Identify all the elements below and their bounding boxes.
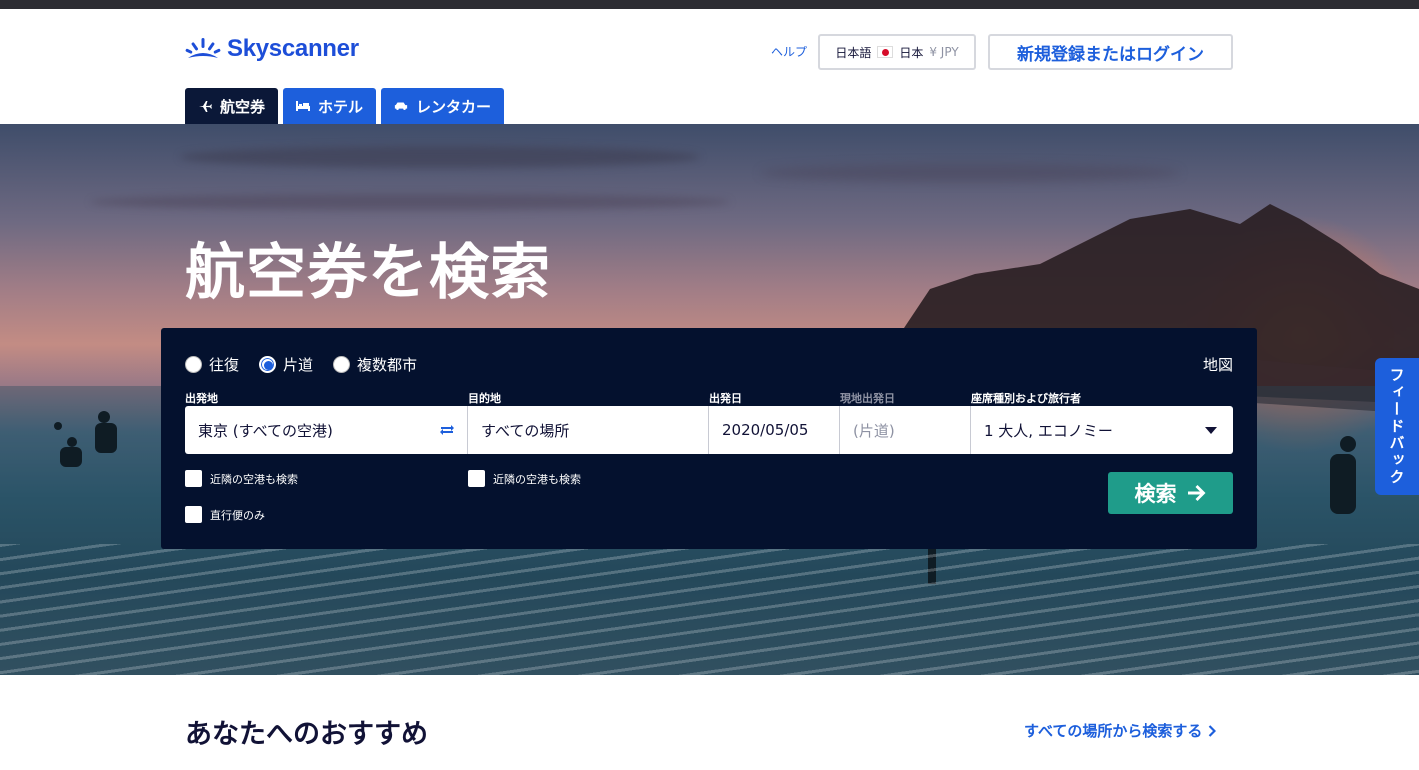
tab-hotels[interactable]: ホテル xyxy=(283,88,377,124)
swap-arrows-icon[interactable] xyxy=(439,423,455,441)
top-strip xyxy=(0,0,1419,9)
direct-flights-only-checkbox[interactable]: 直行便のみ xyxy=(185,506,265,523)
tab-label: ホテル xyxy=(318,97,364,116)
cabin-travellers-label: 座席種別および旅行者 xyxy=(971,392,1081,405)
origin-value: 東京 (すべての空港) xyxy=(198,421,333,440)
trip-type-return[interactable]: 往復 xyxy=(185,354,239,375)
sunburst-logo-icon xyxy=(185,38,221,58)
search-everywhere-link[interactable]: すべての場所から検索する xyxy=(1024,720,1217,741)
site-header: Skyscanner ヘルプ 日本語 日本 ¥ JPY 新規登録またはログイン … xyxy=(0,9,1419,124)
hero-bottom-notch xyxy=(0,675,1419,705)
return-date-input[interactable]: (片道) xyxy=(840,406,971,454)
trip-type-label: 複数都市 xyxy=(357,356,418,374)
map-link[interactable]: 地図 xyxy=(1203,354,1233,375)
origin-label: 出発地 xyxy=(185,392,218,405)
chevron-right-icon xyxy=(1209,724,1217,737)
chevron-down-icon xyxy=(1205,427,1217,434)
checkbox[interactable] xyxy=(468,470,485,487)
nearby-origin-airports-checkbox[interactable]: 近隣の空港も検索 xyxy=(185,470,298,487)
plane-icon xyxy=(198,99,212,113)
search-everywhere-label: すべての場所から検索する xyxy=(1024,722,1203,740)
recommendations-title: あなたへのおすすめ xyxy=(185,719,428,750)
checkbox-label: 直行便のみ xyxy=(210,508,265,522)
language-label: 日本語 xyxy=(835,45,872,60)
product-tabs: 航空券 ホテル レンタカー xyxy=(185,88,505,124)
search-button[interactable]: 検索 xyxy=(1108,472,1233,514)
depart-date-value: 2020/05/05 xyxy=(722,421,809,439)
trip-type-label: 片道 xyxy=(283,356,314,374)
depart-date-label: 出発日 xyxy=(709,392,742,405)
country-label: 日本 xyxy=(899,45,924,60)
trip-type-one-way[interactable]: 片道 xyxy=(259,354,313,375)
tab-label: レンタカー xyxy=(416,97,492,116)
destination-input[interactable]: すべての場所 xyxy=(468,406,709,454)
return-date-value: (片道) xyxy=(853,421,895,440)
arrow-right-icon xyxy=(1187,485,1205,501)
signup-login-button[interactable]: 新規登録またはログイン xyxy=(988,34,1233,70)
origin-input[interactable]: 東京 (すべての空港) xyxy=(185,406,468,454)
nearby-destination-airports-checkbox[interactable]: 近隣の空港も検索 xyxy=(468,470,581,487)
logo-text: Skyscanner xyxy=(227,35,359,62)
hero-background-waves xyxy=(0,544,1419,675)
cabin-travellers-value: 1 大人, エコノミー xyxy=(984,421,1113,440)
help-link[interactable]: ヘルプ xyxy=(771,43,807,60)
trip-type-selector: 往復 片道 複数都市 xyxy=(185,354,417,375)
tab-label: 航空券 xyxy=(220,97,266,116)
bed-icon xyxy=(296,99,311,113)
flight-search-panel: 往復 片道 複数都市 地図 出発地 目的地 出発日 現地出発日 座席種別および旅… xyxy=(161,328,1257,549)
trip-type-multi-city[interactable]: 複数都市 xyxy=(333,354,417,375)
currency-label: ¥ JPY xyxy=(929,45,959,59)
radio-button[interactable] xyxy=(185,356,202,373)
trip-type-label: 往復 xyxy=(209,356,240,374)
checkbox[interactable] xyxy=(185,470,202,487)
checkbox[interactable] xyxy=(185,506,202,523)
search-button-label: 検索 xyxy=(1134,482,1177,506)
depart-date-input[interactable]: 2020/05/05 xyxy=(709,406,840,454)
car-icon xyxy=(394,99,408,113)
radio-button[interactable] xyxy=(333,356,351,373)
locale-selector-button[interactable]: 日本語 日本 ¥ JPY xyxy=(818,34,976,70)
radio-button[interactable] xyxy=(259,356,277,373)
japan-flag-icon xyxy=(877,46,894,58)
feedback-label: フィードバック xyxy=(1387,367,1406,486)
hero-banner: 航空券を検索 往復 片道 複数都市 地図 出発地 目的地 出発日 現地出発日 座… xyxy=(0,124,1419,675)
checkbox-label: 近隣の空港も検索 xyxy=(493,472,581,486)
tab-flights[interactable]: 航空券 xyxy=(185,88,279,124)
cabin-travellers-select[interactable]: 1 大人, エコノミー xyxy=(971,406,1233,454)
destination-value: すべての場所 xyxy=(481,421,570,440)
return-date-label: 現地出発日 xyxy=(840,392,895,405)
hero-title: 航空券を検索 xyxy=(185,238,551,308)
destination-label: 目的地 xyxy=(468,392,501,405)
skyscanner-logo[interactable]: Skyscanner xyxy=(185,35,359,63)
checkbox-label: 近隣の空港も検索 xyxy=(210,472,298,486)
tab-car-hire[interactable]: レンタカー xyxy=(381,88,505,124)
feedback-tab[interactable]: フィードバック xyxy=(1375,358,1419,495)
